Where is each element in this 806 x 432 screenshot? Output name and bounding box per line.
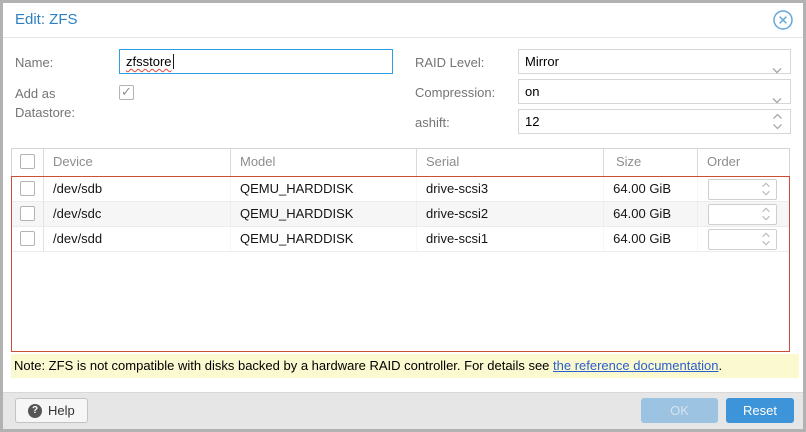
disk-table-body: /dev/sdb QEMU_HARDDISK drive-scsi3 64.00… (11, 176, 790, 352)
raid-level-select[interactable]: Mirror (518, 49, 791, 74)
order-cell (698, 227, 789, 251)
ashift-spinner-field[interactable]: 12 (518, 109, 791, 134)
text-caret (173, 54, 174, 69)
serial-cell: drive-scsi3 (417, 177, 604, 201)
row-checkbox-cell[interactable] (12, 227, 44, 251)
close-icon[interactable] (772, 9, 794, 31)
order-spinner[interactable] (708, 204, 777, 225)
ok-button[interactable]: OK (641, 398, 718, 423)
ashift-label: ashift: (415, 115, 450, 130)
note-text: Note: ZFS is not compatible with disks b… (14, 358, 553, 373)
help-button[interactable]: ? Help (15, 398, 88, 423)
dialog-title: Edit: ZFS (15, 3, 78, 37)
name-label: Name: (15, 55, 53, 70)
chevron-up-down-icon[interactable] (761, 207, 771, 221)
table-row[interactable]: /dev/sdb QEMU_HARDDISK drive-scsi3 64.00… (12, 177, 789, 202)
reference-documentation-link[interactable]: the reference documentation (553, 358, 719, 373)
size-cell: 64.00 GiB (604, 202, 698, 226)
row-checkbox-cell[interactable] (12, 202, 44, 226)
size-cell: 64.00 GiB (604, 177, 698, 201)
select-all-checkbox[interactable] (20, 154, 35, 169)
table-row[interactable]: /dev/sdc QEMU_HARDDISK drive-scsi2 64.00… (12, 202, 789, 227)
dialog-titlebar: Edit: ZFS (3, 3, 803, 38)
order-spinner[interactable] (708, 179, 777, 200)
column-header-serial[interactable]: Serial (417, 149, 604, 176)
name-input[interactable]: zfsstore (119, 49, 393, 74)
row-checkbox[interactable] (20, 181, 35, 196)
column-header-size[interactable]: Size (604, 149, 698, 176)
chevron-up-down-icon[interactable] (761, 182, 771, 196)
raid-level-label: RAID Level: (415, 55, 484, 70)
raid-level-value: Mirror (525, 54, 559, 69)
size-cell: 64.00 GiB (604, 227, 698, 251)
add-datastore-checkbox[interactable] (119, 85, 134, 100)
help-button-label: Help (48, 403, 75, 418)
name-input-value: zfsstore (126, 54, 172, 69)
row-checkbox[interactable] (20, 231, 35, 246)
model-cell: QEMU_HARDDISK (231, 227, 417, 251)
compression-label: Compression: (415, 85, 495, 100)
row-checkbox-cell[interactable] (12, 177, 44, 201)
row-checkbox[interactable] (20, 206, 35, 221)
serial-cell: drive-scsi2 (417, 202, 604, 226)
dialog-footer: ? Help OK Reset (3, 392, 803, 429)
note-suffix: . (719, 358, 723, 373)
device-cell: /dev/sdd (44, 227, 231, 251)
model-cell: QEMU_HARDDISK (231, 177, 417, 201)
column-header-model[interactable]: Model (231, 149, 417, 176)
serial-cell: drive-scsi1 (417, 227, 604, 251)
order-cell (698, 177, 789, 201)
order-cell (698, 202, 789, 226)
edit-zfs-dialog: Edit: ZFS Name: zfsstore Add as Datastor… (0, 0, 806, 432)
device-cell: /dev/sdc (44, 202, 231, 226)
select-all-cell[interactable] (12, 149, 44, 176)
table-row[interactable]: /dev/sdd QEMU_HARDDISK drive-scsi1 64.00… (12, 227, 789, 252)
column-header-device[interactable]: Device (44, 149, 231, 176)
question-circle-icon: ? (28, 404, 42, 418)
zfs-raid-note: Note: ZFS is not compatible with disks b… (11, 354, 799, 378)
order-spinner[interactable] (708, 229, 777, 250)
ashift-value: 12 (525, 114, 539, 129)
chevron-up-down-icon[interactable] (772, 113, 783, 130)
chevron-up-down-icon[interactable] (761, 232, 771, 246)
compression-value: on (525, 84, 539, 99)
device-cell: /dev/sdb (44, 177, 231, 201)
reset-button[interactable]: Reset (726, 398, 794, 423)
disk-table-header: Device Model Serial Size Order (11, 148, 790, 176)
column-header-order[interactable]: Order (698, 149, 789, 176)
model-cell: QEMU_HARDDISK (231, 202, 417, 226)
compression-select[interactable]: on (518, 79, 791, 104)
add-datastore-label: Add as Datastore: (15, 84, 99, 122)
